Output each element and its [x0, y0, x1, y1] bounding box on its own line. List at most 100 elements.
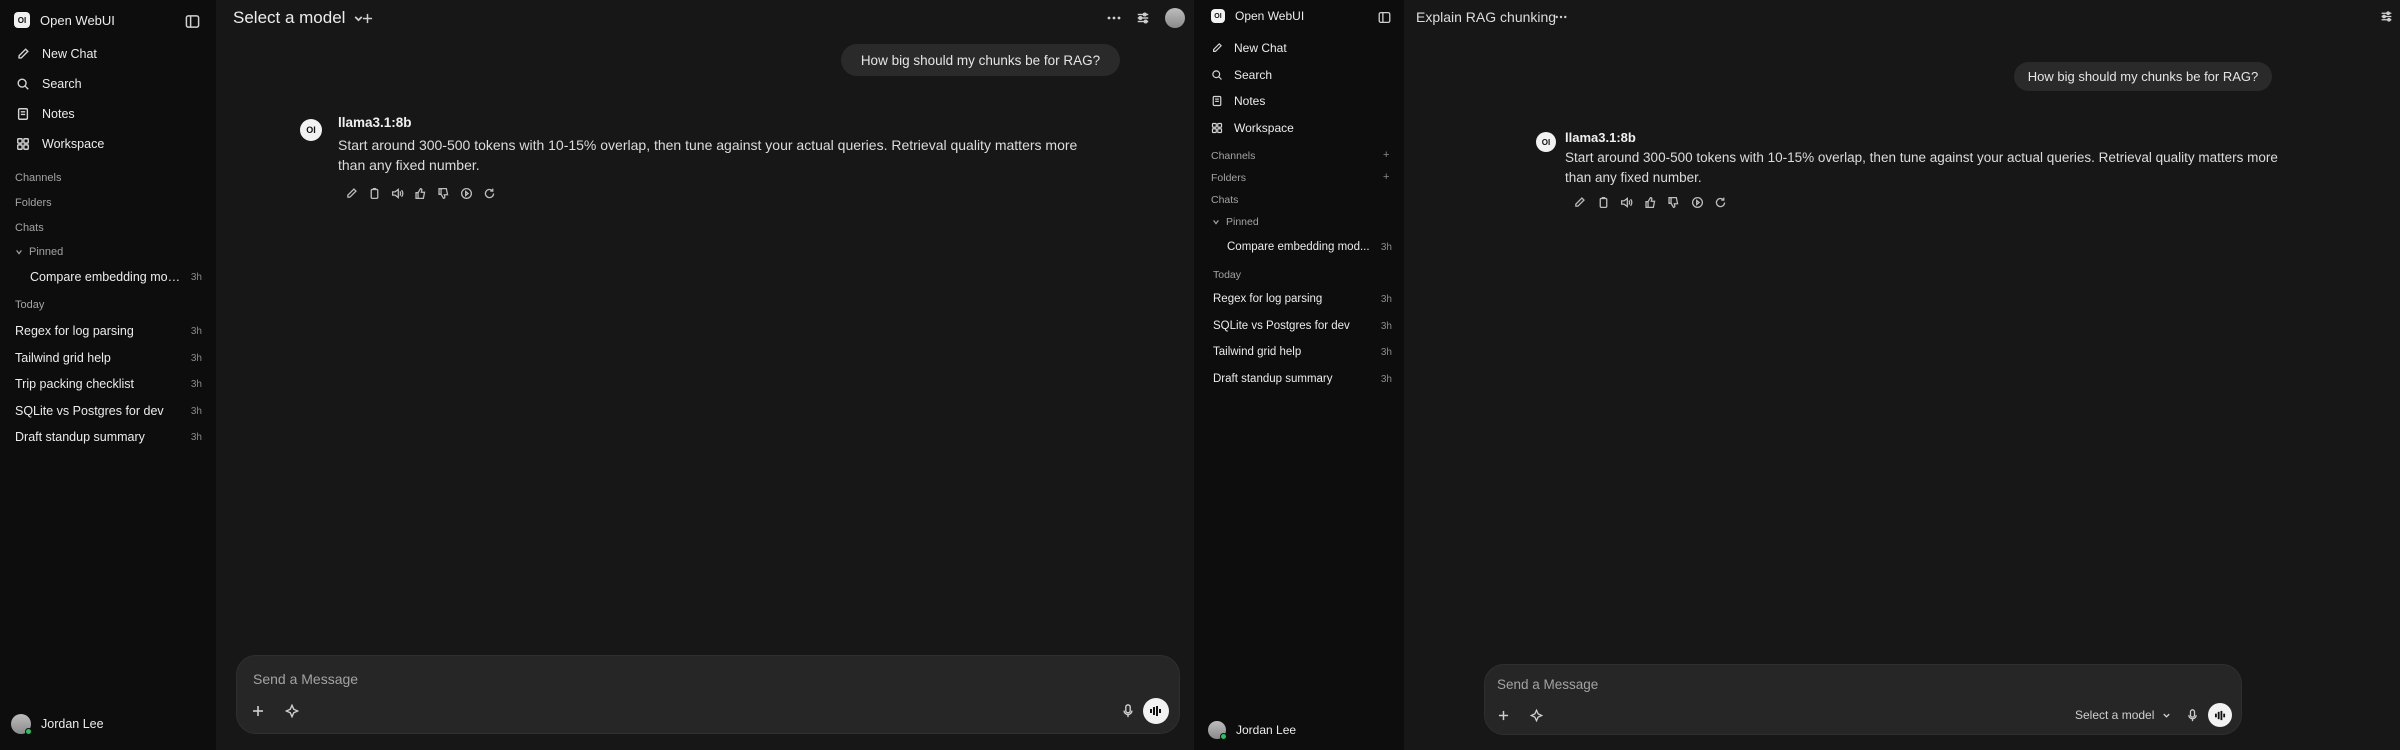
microphone-icon[interactable]	[1119, 702, 1137, 720]
speaker-icon[interactable]	[386, 185, 409, 201]
sidebar-item-workspace[interactable]: Workspace	[16, 133, 104, 155]
add-attachment-icon[interactable]	[1495, 707, 1511, 723]
sidebar-item-new-chat[interactable]: New Chat	[16, 43, 97, 65]
sidebar-item-notes[interactable]: Notes	[1211, 90, 1265, 112]
add-model-icon[interactable]	[359, 10, 375, 26]
section-today: Today	[1213, 269, 1242, 281]
sidebar-item-workspace[interactable]: Workspace	[1211, 117, 1294, 139]
continue-icon[interactable]	[1686, 194, 1710, 210]
user-menu[interactable]: Jordan Lee	[1208, 721, 1297, 740]
sidebar-item-label: Search	[1234, 68, 1273, 82]
waveform-icon	[1150, 706, 1161, 716]
tools-icon[interactable]	[283, 702, 301, 720]
composer-model-selector[interactable]: Select a model	[2075, 708, 2171, 722]
right-window: OI Open WebUI New Chat Search Notes Work…	[1194, 0, 2400, 750]
chat-title: Draft standup summary	[1213, 373, 1333, 385]
thumbs-down-icon[interactable]	[1662, 194, 1686, 210]
chat-age: 3h	[190, 352, 202, 364]
more-options-icon[interactable]	[1552, 10, 1570, 24]
composer-model-label: Select a model	[2075, 708, 2155, 722]
controls-icon[interactable]	[2378, 8, 2394, 24]
sidebar-item-label: Workspace	[1234, 121, 1294, 135]
chat-item-pinned[interactable]: Compare embedding mod... 3h	[30, 266, 202, 288]
sidebar: OI Open WebUI New Chat Search Notes Work…	[1194, 0, 1404, 750]
sidebar-toggle-icon[interactable]	[183, 12, 201, 30]
sidebar-item-label: Notes	[1234, 94, 1266, 108]
chat-item[interactable]: Draft standup summary 3h	[1213, 368, 1392, 390]
search-icon	[1212, 70, 1222, 80]
chevron-down-icon	[1213, 220, 1219, 225]
chat-title: Draft standup summary	[15, 430, 145, 444]
model-selector[interactable]: Select a model	[233, 8, 364, 28]
section-folders[interactable]: Folders	[1211, 172, 1246, 184]
sidebar-item-search[interactable]: Search	[1211, 64, 1272, 86]
chat-item[interactable]: Tailwind grid help 3h	[15, 347, 202, 369]
chat-item[interactable]: Draft standup summary 3h	[15, 426, 202, 448]
online-status-dot	[1220, 733, 1227, 740]
chat-age: 3h	[190, 271, 202, 283]
sidebar-item-notes[interactable]: Notes	[16, 103, 75, 125]
user-name: Jordan Lee	[1236, 723, 1297, 737]
model-selector-label: Select a model	[233, 8, 346, 27]
regenerate-icon[interactable]	[478, 185, 501, 201]
message-composer: Send a Message Select a model	[1484, 664, 2242, 735]
app-logo: OI	[14, 12, 30, 28]
sidebar-item-label: New Chat	[42, 47, 97, 61]
copy-icon[interactable]	[363, 185, 386, 201]
search-icon	[17, 78, 29, 90]
avatar[interactable]	[1165, 8, 1185, 28]
app-name: Open WebUI	[40, 12, 115, 28]
chat-title: Regex for log parsing	[1213, 293, 1323, 305]
chat-title: Tailwind grid help	[1213, 346, 1302, 358]
thumbs-up-icon[interactable]	[409, 185, 432, 201]
chat-title-header[interactable]: Explain RAG chunking	[1416, 9, 1556, 25]
edit-icon[interactable]	[1568, 194, 1592, 210]
chat-item-pinned[interactable]: Compare embedding mod... 3h	[1227, 236, 1392, 258]
user-menu[interactable]: Jordan Lee	[11, 714, 104, 735]
chat-item[interactable]: Tailwind grid help 3h	[1213, 341, 1392, 363]
sidebar-toggle-icon[interactable]	[1376, 9, 1392, 25]
section-folders[interactable]: Folders	[15, 197, 52, 209]
copy-icon[interactable]	[1592, 194, 1616, 210]
chat-item[interactable]: Regex for log parsing 3h	[15, 320, 202, 342]
edit-icon	[1213, 43, 1222, 52]
regenerate-icon[interactable]	[1709, 194, 1733, 210]
sidebar: OI Open WebUI New Chat Search Notes Work…	[0, 0, 216, 750]
chat-item[interactable]: Regex for log parsing 3h	[1213, 288, 1392, 310]
microphone-icon[interactable]	[2184, 707, 2200, 723]
sidebar-item-new-chat[interactable]: New Chat	[1211, 37, 1287, 59]
controls-icon[interactable]	[1134, 9, 1152, 27]
notes-icon	[1212, 95, 1222, 107]
chevron-down-icon	[2163, 713, 2171, 718]
add-attachment-icon[interactable]	[249, 702, 267, 720]
user-message: How big should my chunks be for RAG?	[841, 44, 1120, 76]
speaker-icon[interactable]	[1615, 194, 1639, 210]
chat-item[interactable]: SQLite vs Postgres for dev 3h	[15, 400, 202, 422]
chat-age: 3h	[190, 325, 202, 337]
thumbs-up-icon[interactable]	[1639, 194, 1663, 210]
continue-icon[interactable]	[455, 185, 478, 201]
user-message: How big should my chunks be for RAG?	[2014, 62, 2272, 91]
section-pinned[interactable]: Pinned	[15, 246, 63, 258]
thumbs-down-icon[interactable]	[432, 185, 455, 201]
chat-age: 3h	[1380, 373, 1392, 385]
voice-mode-button[interactable]	[2208, 703, 2232, 727]
add-folder-icon[interactable]: +	[1383, 171, 1389, 183]
section-chats[interactable]: Chats	[15, 222, 44, 234]
chat-item[interactable]: Trip packing checklist 3h	[15, 373, 202, 395]
message-input[interactable]: Send a Message	[1497, 677, 1598, 692]
section-channels[interactable]: Channels	[15, 172, 61, 184]
add-channel-icon[interactable]: +	[1383, 149, 1389, 161]
voice-mode-button[interactable]	[1143, 698, 1169, 724]
section-chats[interactable]: Chats	[1211, 194, 1238, 206]
brand[interactable]: OI Open WebUI	[1211, 9, 1304, 23]
edit-icon[interactable]	[340, 185, 363, 201]
message-input[interactable]: Send a Message	[253, 671, 358, 687]
section-pinned[interactable]: Pinned	[1212, 216, 1259, 228]
more-options-icon[interactable]	[1105, 10, 1123, 26]
brand[interactable]: OI Open WebUI	[14, 12, 115, 28]
sidebar-item-search[interactable]: Search	[16, 73, 82, 95]
tools-icon[interactable]	[1528, 707, 1544, 723]
section-channels[interactable]: Channels	[1211, 150, 1255, 162]
chat-item[interactable]: SQLite vs Postgres for dev 3h	[1213, 315, 1392, 337]
